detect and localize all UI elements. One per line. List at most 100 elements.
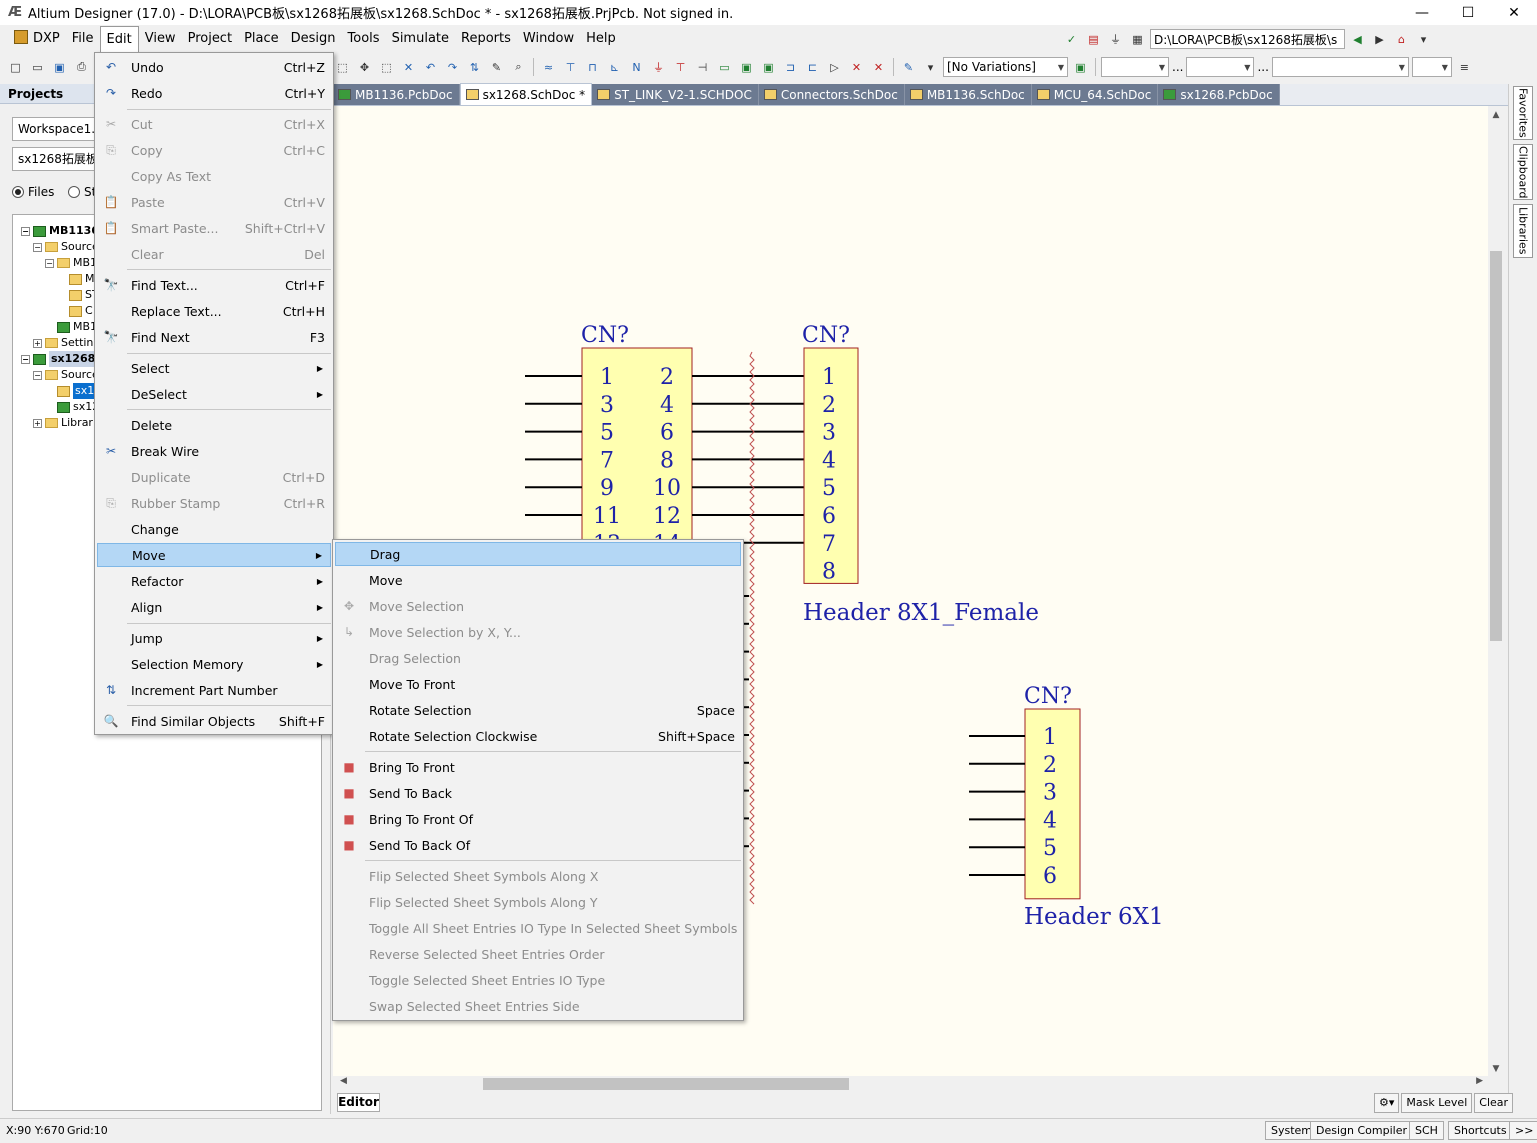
variant-icon[interactable]: ▣ [1071, 58, 1090, 77]
tree-node[interactable]: + Setting [33, 335, 100, 351]
filter-combo-3[interactable]: ▼ [1271, 57, 1409, 77]
menu-item-copy[interactable]: ⎘ Copy Ctrl+C [97, 138, 331, 162]
workspace-combo[interactable]: Workspace1.Ds [12, 117, 96, 141]
menu-item-bring-to-front-of[interactable]: ■ Bring To Front Of [335, 807, 741, 831]
collapse-icon[interactable]: − [45, 258, 54, 268]
project-combo[interactable]: sx1268拓展板. [12, 147, 96, 171]
menu-item-redo[interactable]: ↷ Redo Ctrl+Y [97, 81, 331, 105]
menu-item-deselect[interactable]: DeSelect ▶ [97, 382, 331, 406]
menu-item-align[interactable]: Align ▶ [97, 595, 331, 619]
open-folder-icon[interactable]: ▭ [28, 58, 47, 77]
menu-item-copy-as-text[interactable]: Copy As Text [97, 164, 331, 188]
menu-item-swap-selected-sheet-entries-side[interactable]: Swap Selected Sheet Entries Side [335, 994, 741, 1018]
collapse-icon[interactable]: − [21, 354, 30, 364]
options-icon[interactable]: ▾ [1414, 30, 1433, 49]
menu-item-bring-to-front[interactable]: ■ Bring To Front [335, 755, 741, 779]
doc-tab-mb1136-schdoc[interactable]: MB1136.SchDoc [904, 84, 1032, 105]
menu-item-move[interactable]: Move ▶ [97, 543, 331, 567]
tree-node[interactable]: MB1 [45, 319, 97, 335]
path-combo[interactable]: D:\LORA\PCB板\sx1268拓展板\s [1150, 29, 1345, 49]
shortcuts-button[interactable]: Shortcuts [1448, 1121, 1513, 1140]
menu-item-toggle-all-sheet-entries-io-type-in-selected-sheet-symbols[interactable]: Toggle All Sheet Entries IO Type In Sele… [335, 916, 741, 940]
browse-icon[interactable]: ⌕ [509, 58, 528, 77]
bus-entry-icon[interactable]: ⊾ [605, 58, 624, 77]
back-icon[interactable]: ◀ [1348, 30, 1367, 49]
horizontal-scrollbar[interactable]: ◀ ▶ [337, 1076, 1488, 1092]
structure-radio[interactable]: St [68, 185, 96, 199]
menu-item-rotate-selection-clockwise[interactable]: Rotate Selection Clockwise Shift+Space [335, 724, 741, 748]
filter-combo-1[interactable]: ▼ [1101, 57, 1169, 77]
menu-item-rotate-selection[interactable]: Rotate Selection Space [335, 698, 741, 722]
menu-help[interactable]: Help [580, 27, 622, 51]
gnd-port-icon[interactable]: ⏚ [649, 58, 668, 77]
menu-item-change[interactable]: Change [97, 517, 331, 541]
menu-item-smart-paste[interactable]: 📋 Smart Paste... Shift+Ctrl+V [97, 216, 331, 240]
menu-item-select[interactable]: Select ▶ [97, 356, 331, 380]
editor-tab[interactable]: Editor [337, 1093, 380, 1112]
filter-icon[interactable]: ⚙▾ [1374, 1093, 1400, 1113]
sheet-symbol-icon[interactable]: ▭ [715, 58, 734, 77]
menu-item-drag-selection[interactable]: Drag Selection [335, 646, 741, 670]
files-radio[interactable]: Files [12, 185, 54, 199]
menu-view[interactable]: View [139, 27, 182, 51]
mask-level-button[interactable]: Mask Level [1401, 1093, 1473, 1113]
menu-window[interactable]: Window [517, 27, 580, 51]
pen-icon[interactable]: ✎ [899, 58, 918, 77]
vcc-port-icon[interactable]: ⊤ [671, 58, 690, 77]
scroll-up-icon[interactable]: ▲ [1488, 110, 1504, 120]
menu-item-drag[interactable]: Drag [335, 542, 741, 566]
menu-item-find-similar-objects[interactable]: 🔍 Find Similar Objects Shift+F [97, 709, 331, 733]
menu-item-reverse-selected-sheet-entries-order[interactable]: Reverse Selected Sheet Entries Order [335, 942, 741, 966]
menu-dxp[interactable]: DXP [8, 27, 66, 51]
clear-button[interactable]: Clear [1474, 1093, 1514, 1113]
dropdown-icon[interactable]: ▾ [921, 58, 940, 77]
close-button[interactable]: ✕ [1491, 0, 1537, 25]
doc-tab-connectors-schdoc[interactable]: Connectors.SchDoc [758, 84, 905, 105]
new-file-icon[interactable]: □ [6, 58, 25, 77]
tree-node[interactable]: − MB1 [45, 255, 97, 271]
menu-file[interactable]: File [66, 27, 100, 51]
clipboard-tab[interactable]: Clipboard [1513, 144, 1533, 200]
port-icon[interactable]: ▷ [825, 58, 844, 77]
print-icon[interactable]: ⎙ [72, 58, 91, 77]
menu-item-flip-selected-sheet-symbols-along-y[interactable]: Flip Selected Sheet Symbols Along Y [335, 890, 741, 914]
move-icon[interactable]: ✥ [355, 58, 374, 77]
expand-icon[interactable]: + [33, 418, 42, 428]
menu-item-toggle-selected-sheet-entries-io-type[interactable]: Toggle Selected Sheet Entries IO Type [335, 968, 741, 992]
menu-item-clear[interactable]: Clear Del [97, 242, 331, 266]
expand-icon[interactable]: + [33, 338, 42, 348]
minimize-button[interactable]: — [1399, 0, 1445, 25]
maximize-button[interactable]: ☐ [1445, 0, 1491, 25]
redo-icon[interactable]: ↷ [443, 58, 462, 77]
menu-item-move-selection-by-x-y[interactable]: ↳ Move Selection by X, Y... [335, 620, 741, 644]
menu-project[interactable]: Project [182, 27, 238, 51]
harness-connector-icon[interactable]: ⊐ [781, 58, 800, 77]
save-icon[interactable]: ▣ [50, 58, 69, 77]
menu-place[interactable]: Place [238, 27, 285, 51]
scroll-down-icon[interactable]: ▼ [1488, 1064, 1504, 1074]
collapse-icon[interactable]: − [33, 242, 42, 252]
filter-combo-2[interactable]: ▼ [1186, 57, 1255, 77]
favorites-tab[interactable]: Favorites [1513, 86, 1533, 140]
design-compiler-button[interactable]: Design Compiler [1310, 1121, 1413, 1140]
home-icon[interactable]: ⌂ [1392, 30, 1411, 49]
grid-icon[interactable]: ▦ [1128, 30, 1147, 49]
sheet-entry-icon[interactable]: ▣ [737, 58, 756, 77]
menu-item-rubber-stamp[interactable]: ⎘ Rubber Stamp Ctrl+R [97, 491, 331, 515]
menu-design[interactable]: Design [285, 27, 342, 51]
menu-tools[interactable]: Tools [342, 27, 386, 51]
deselect-icon[interactable]: ⬚ [377, 58, 396, 77]
collapse-icon[interactable]: − [33, 370, 42, 380]
doc-tab-mb1136-pcbdoc[interactable]: MB1136.PcbDoc [333, 84, 460, 105]
cross-probe-icon[interactable]: ✎ [487, 58, 506, 77]
tree-node[interactable]: + Librari [33, 415, 96, 431]
clear-filter-icon[interactable]: ✕ [399, 58, 418, 77]
filter-combo-4[interactable]: ▼ [1411, 57, 1452, 77]
hierarchy-icon[interactable]: ⇅ [465, 58, 484, 77]
menu-item-find-text[interactable]: 🔭 Find Text... Ctrl+F [97, 273, 331, 297]
doc-tab-sx1268-pcbdoc[interactable]: sx1268.PcbDoc [1158, 84, 1280, 105]
harness-entry-icon[interactable]: ⊏ [803, 58, 822, 77]
select-area-icon[interactable]: ⬚ [333, 58, 352, 77]
device-sheet-icon[interactable]: ▣ [759, 58, 778, 77]
tree-node[interactable]: M [57, 271, 95, 287]
